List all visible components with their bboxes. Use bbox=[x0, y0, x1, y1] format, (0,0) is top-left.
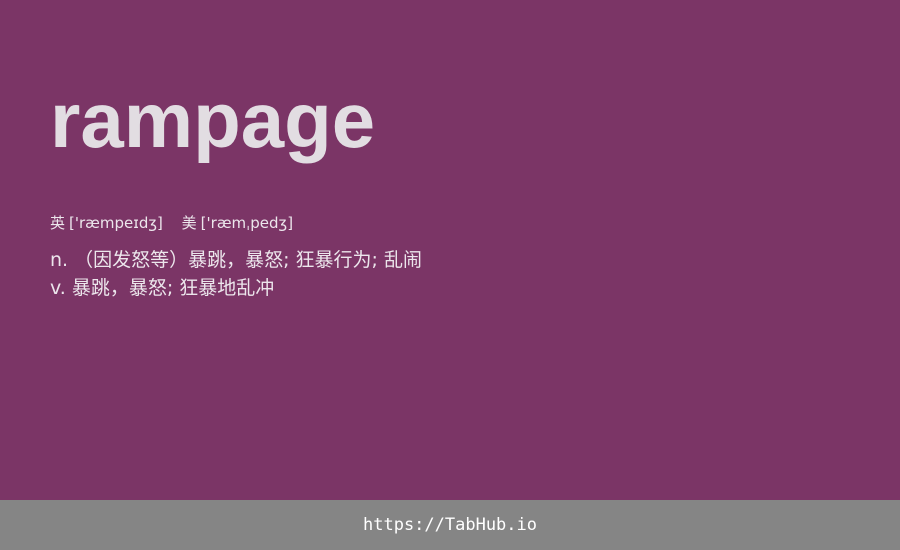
definitions-list: n. （因发怒等）暴跳，暴怒; 狂暴行为; 乱闹 v. 暴跳，暴怒; 狂暴地乱冲 bbox=[50, 246, 422, 302]
pronunciation-uk-ipa: ['ræmpeɪdʒ] bbox=[69, 214, 163, 232]
definition-verb-text: 暴跳，暴怒; 狂暴地乱冲 bbox=[71, 277, 275, 299]
definition-noun: n. （因发怒等）暴跳，暴怒; 狂暴行为; 乱闹 bbox=[50, 246, 422, 274]
word-card: rampage 英 ['ræmpeɪdʒ] 美 ['ræmˌpedʒ] n. （因发怒… bbox=[0, 0, 900, 500]
definition-noun-pos: n. bbox=[50, 249, 69, 271]
footer-link[interactable]: https://TabHub.io bbox=[363, 515, 537, 535]
pronunciation-us-ipa: ['ræmˌpedʒ] bbox=[200, 214, 294, 232]
definition-verb-pos: v. bbox=[50, 277, 66, 299]
footer-bar: https://TabHub.io bbox=[0, 500, 900, 550]
pronunciation-row: 英 ['ræmpeɪdʒ] 美 ['ræmˌpedʒ] bbox=[50, 212, 307, 234]
definition-verb: v. 暴跳，暴怒; 狂暴地乱冲 bbox=[50, 274, 422, 302]
definition-noun-text: （因发怒等）暴跳，暴怒; 狂暴行为; 乱闹 bbox=[74, 249, 422, 271]
pronunciation-uk: 英 ['ræmpeɪdʒ] bbox=[50, 212, 163, 234]
pronunciation-uk-label: 英 bbox=[50, 214, 66, 232]
pronunciation-us-label: 美 bbox=[181, 214, 197, 232]
pronunciation-us: 美 ['ræmˌpedʒ] bbox=[182, 212, 293, 234]
headword: rampage bbox=[50, 76, 376, 164]
